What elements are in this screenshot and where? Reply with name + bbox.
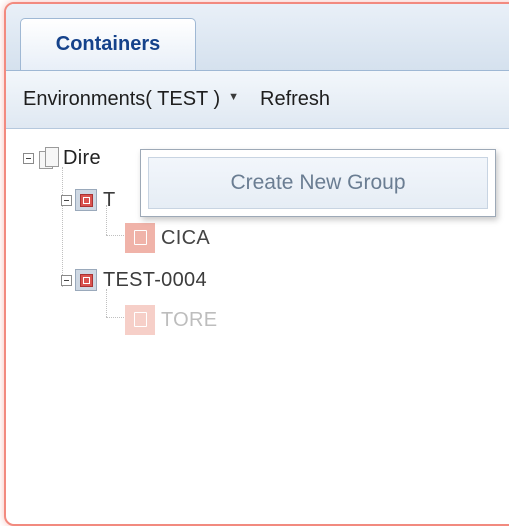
tree-node-label: CICA	[161, 226, 210, 249]
group-box-icon	[75, 269, 97, 291]
collapse-toggle-icon[interactable]	[23, 152, 34, 164]
tree-node-container[interactable]: TORE	[125, 305, 217, 335]
tree-connector	[106, 317, 124, 318]
container-icon	[125, 223, 155, 253]
tab-strip: Containers	[6, 4, 509, 71]
tree-node-root[interactable]: Dire	[23, 143, 101, 173]
tree-node-label: Dire	[63, 146, 101, 169]
refresh-label: Refresh	[260, 88, 331, 110]
create-new-group-menu-item[interactable]: Create New Group	[148, 157, 488, 209]
tab-label: Containers	[55, 33, 161, 55]
tree-node-label: T	[103, 188, 116, 211]
caret-down-icon: ▼	[228, 90, 239, 103]
tree-node-label: TORE	[161, 308, 218, 331]
container-icon	[125, 305, 155, 335]
toolbar: Environments( TEST ) ▼ Refresh	[6, 71, 509, 129]
folder-document-icon	[37, 145, 59, 171]
tree-connector	[106, 235, 124, 236]
refresh-button[interactable]: Refresh	[260, 88, 330, 111]
tree-node-container[interactable]: CICA	[125, 223, 210, 253]
environments-label: Environments( TEST )	[23, 88, 221, 110]
environments-dropdown[interactable]: Environments( TEST ) ▼	[23, 88, 239, 111]
tab-containers[interactable]: Containers	[20, 18, 196, 70]
collapse-toggle-icon[interactable]	[61, 194, 72, 206]
tree-node-group[interactable]: TEST-0004	[61, 265, 207, 295]
menu-item-label: Create New Group	[230, 171, 406, 194]
tree-node-group[interactable]: T	[61, 185, 116, 215]
context-menu: Create New Group	[140, 149, 496, 217]
tree-node-label: TEST-0004	[103, 268, 207, 291]
containers-panel: Containers Environments( TEST ) ▼ Refres…	[4, 2, 509, 526]
group-box-icon	[75, 189, 97, 211]
collapse-toggle-icon[interactable]	[61, 274, 72, 286]
